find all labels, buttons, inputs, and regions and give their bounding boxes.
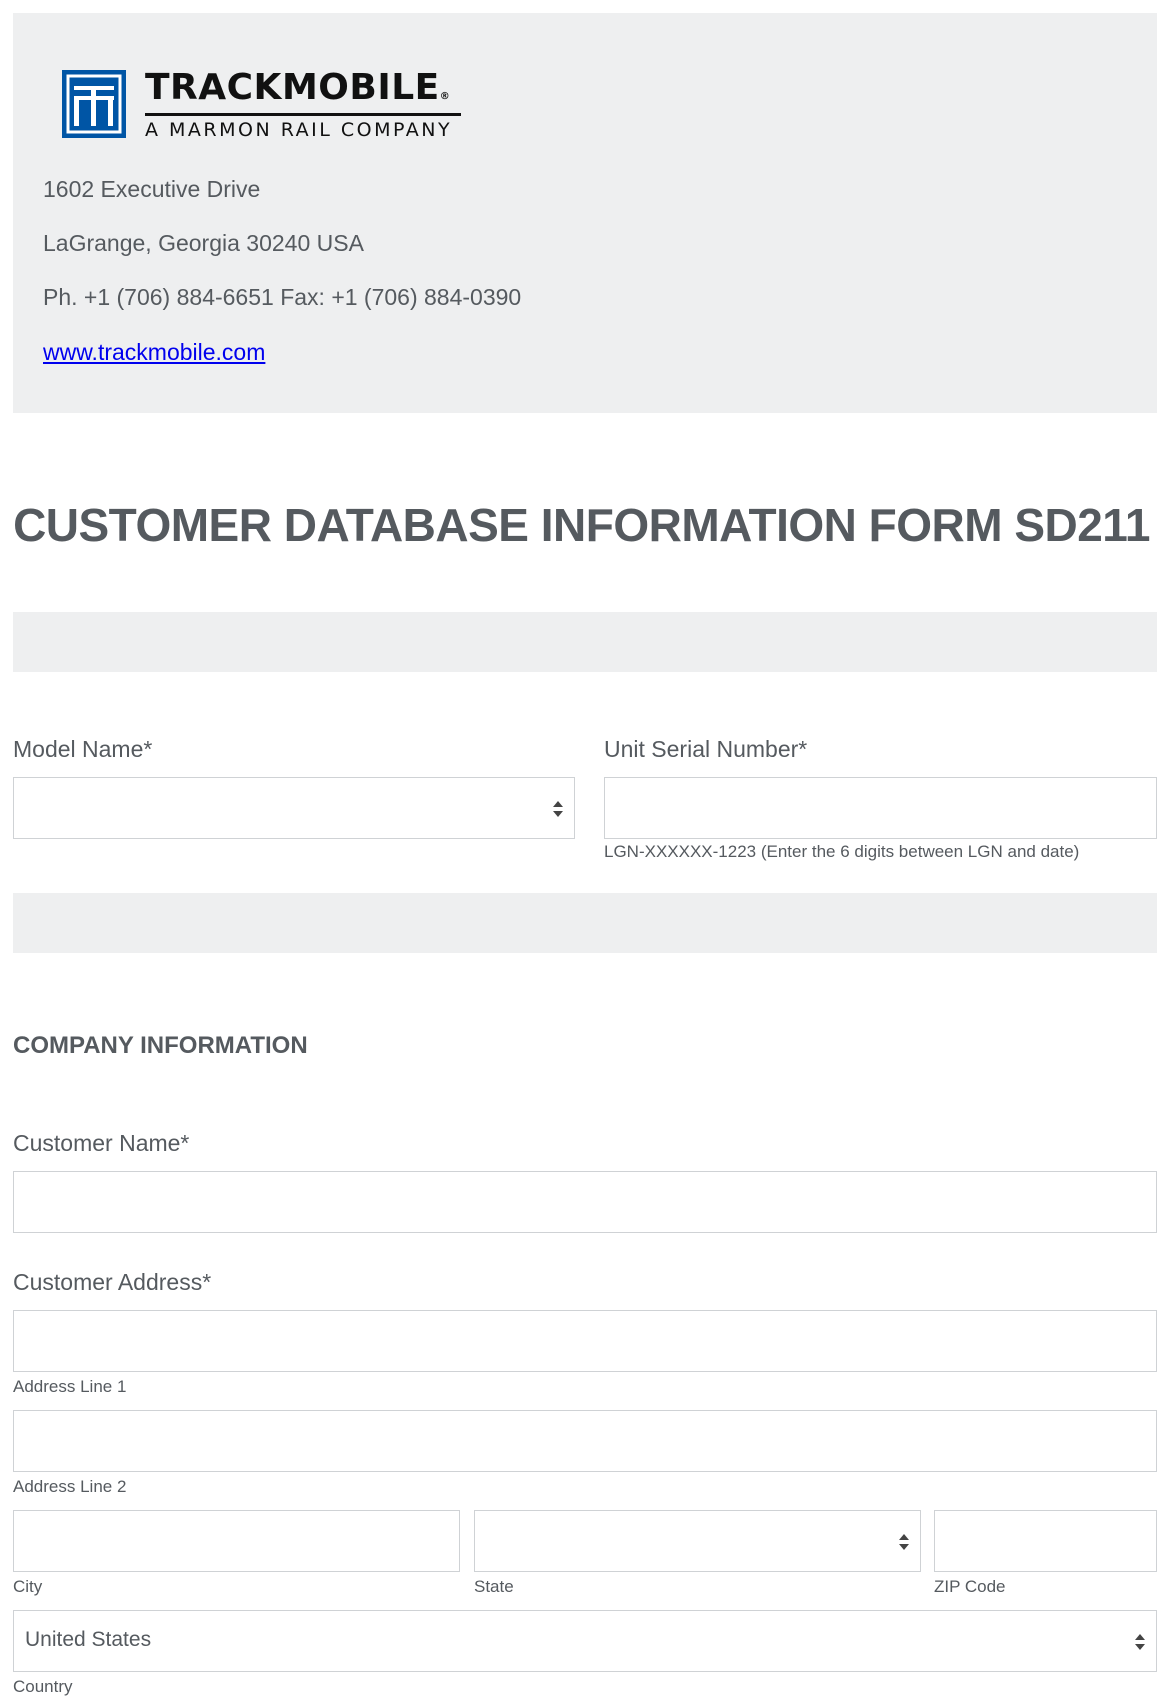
website-link[interactable]: www.trackmobile.com bbox=[43, 339, 265, 366]
unit-serial-input[interactable] bbox=[604, 777, 1157, 839]
unit-serial-label: Unit Serial Number* bbox=[604, 736, 808, 762]
logo-divider bbox=[145, 113, 461, 116]
registered-mark: ® bbox=[439, 91, 451, 102]
address-line-1-label: Address Line 1 bbox=[13, 1377, 127, 1396]
address-line-1-input[interactable] bbox=[13, 1310, 1157, 1372]
city-label: City bbox=[13, 1577, 43, 1596]
customer-name-label: Customer Name* bbox=[13, 1130, 190, 1156]
select-arrows-icon bbox=[1135, 1634, 1145, 1650]
logo-wordmark: TRACKMOBILE® bbox=[145, 67, 451, 108]
country-value: United States bbox=[25, 1628, 152, 1651]
trackmobile-logo-mark-icon bbox=[62, 70, 126, 138]
customer-address-label: Customer Address* bbox=[13, 1269, 212, 1295]
zip-code-label: ZIP Code bbox=[934, 1577, 1006, 1596]
model-name-select[interactable] bbox=[13, 777, 575, 839]
section-divider-top bbox=[13, 612, 1157, 672]
customer-name-input[interactable] bbox=[13, 1171, 1157, 1233]
trackmobile-logo: TRACKMOBILE® A MARMON RAIL COMPANY bbox=[62, 67, 472, 145]
contact-numbers: Ph. +1 (706) 884-6651 Fax: +1 (706) 884-… bbox=[43, 284, 522, 310]
logo-tagline: A MARMON RAIL COMPANY bbox=[145, 119, 453, 141]
address-line-2-label: Address Line 2 bbox=[13, 1477, 127, 1496]
select-arrows-icon bbox=[553, 801, 563, 817]
state-select[interactable] bbox=[474, 1510, 921, 1572]
section-divider-middle bbox=[13, 893, 1157, 953]
street-address: 1602 Executive Drive bbox=[43, 176, 261, 202]
company-information-heading: COMPANY INFORMATION bbox=[13, 1032, 308, 1059]
state-label: State bbox=[474, 1577, 514, 1596]
address-line-2-input[interactable] bbox=[13, 1410, 1157, 1472]
city-input[interactable] bbox=[13, 1510, 460, 1572]
select-arrows-icon bbox=[899, 1534, 909, 1550]
country-select[interactable]: United States bbox=[13, 1610, 1157, 1672]
unit-serial-hint: LGN-XXXXXX-1223 (Enter the 6 digits betw… bbox=[604, 842, 1080, 861]
model-name-label: Model Name* bbox=[13, 736, 153, 762]
country-label: Country bbox=[13, 1677, 73, 1696]
city-address: LaGrange, Georgia 30240 USA bbox=[43, 230, 364, 256]
form-title: CUSTOMER DATABASE INFORMATION FORM SD211 bbox=[13, 499, 1150, 551]
zip-code-input[interactable] bbox=[934, 1510, 1157, 1572]
